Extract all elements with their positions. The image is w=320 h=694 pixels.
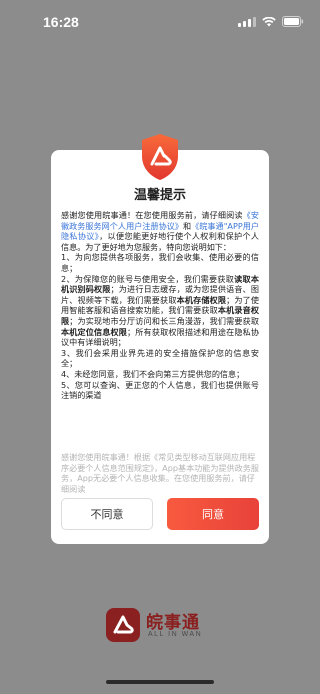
intro-text-2: 和	[183, 220, 192, 231]
item-2-text-a: 2、为保障您的账号与使用安全，我们需要获取	[61, 273, 235, 284]
brand-footer: 皖事通 ALL IN WAN	[106, 606, 216, 650]
agree-button[interactable]: 同意	[167, 498, 259, 530]
item-2-text-g: ；为实现地市分厅访问和长三角漫游，我们需要获取	[69, 315, 259, 326]
item-1: 1、为向您提供各项服务，我们会收集、使用必要的信息；	[61, 252, 259, 273]
dialog-content: 感谢您使用皖事通！在您使用服务前，请仔细阅读《安徽政务服务网个人用户注册协议》和…	[61, 210, 259, 401]
intro-paragraph: 感谢您使用皖事通！在您使用服务前，请仔细阅读《安徽政务服务网个人用户注册协议》和…	[61, 210, 259, 252]
shield-logo-icon	[138, 132, 182, 182]
intro-text-1: 感谢您使用皖事通！在您使用服务前，请仔细阅读	[61, 210, 243, 220]
wifi-icon	[262, 16, 276, 27]
signal-icon	[238, 16, 256, 27]
scroll-hint-text: 感谢您使用皖事通！根据《常见类型移动互联网应用程序必要个人信息范围规定》，App…	[61, 452, 259, 494]
item-2-permission-location: 本机定位信息权限	[61, 326, 128, 337]
item-3: 3、我们会采用业界先进的安全措施保护您的信息安全；	[61, 347, 259, 369]
status-icons	[238, 16, 304, 27]
dialog-title: 温馨提示	[133, 188, 186, 203]
item-5: 5、您可以查询、更正您的个人信息，我们也提供账号注销的渠道	[61, 379, 259, 401]
item-2-permission-storage: 本机存储权限	[176, 294, 227, 305]
privacy-dialog: 温馨提示 感谢您使用皖事通！在您使用服务前，请仔细阅读《安徽政务服务网个人用户注…	[51, 134, 269, 544]
home-indicator	[106, 680, 214, 684]
status-bar: 16:28	[0, 0, 320, 44]
brand-name: 皖事通	[146, 613, 200, 633]
brand-subtitle: ALL IN WAN	[148, 631, 203, 638]
status-time: 16:28	[43, 14, 79, 30]
battery-icon	[282, 16, 304, 27]
brand-logo-icon	[106, 608, 140, 642]
dialog-actions: 不同意 同意	[61, 498, 259, 532]
item-2: 2、为保障您的账号与使用安全，我们需要获取读取本机识别码权限；为进行日志缓存，或…	[61, 274, 259, 348]
disagree-button[interactable]: 不同意	[61, 498, 153, 530]
item-4: 4、未经您同意，我们不会向第三方提供您的信息；	[61, 368, 245, 379]
